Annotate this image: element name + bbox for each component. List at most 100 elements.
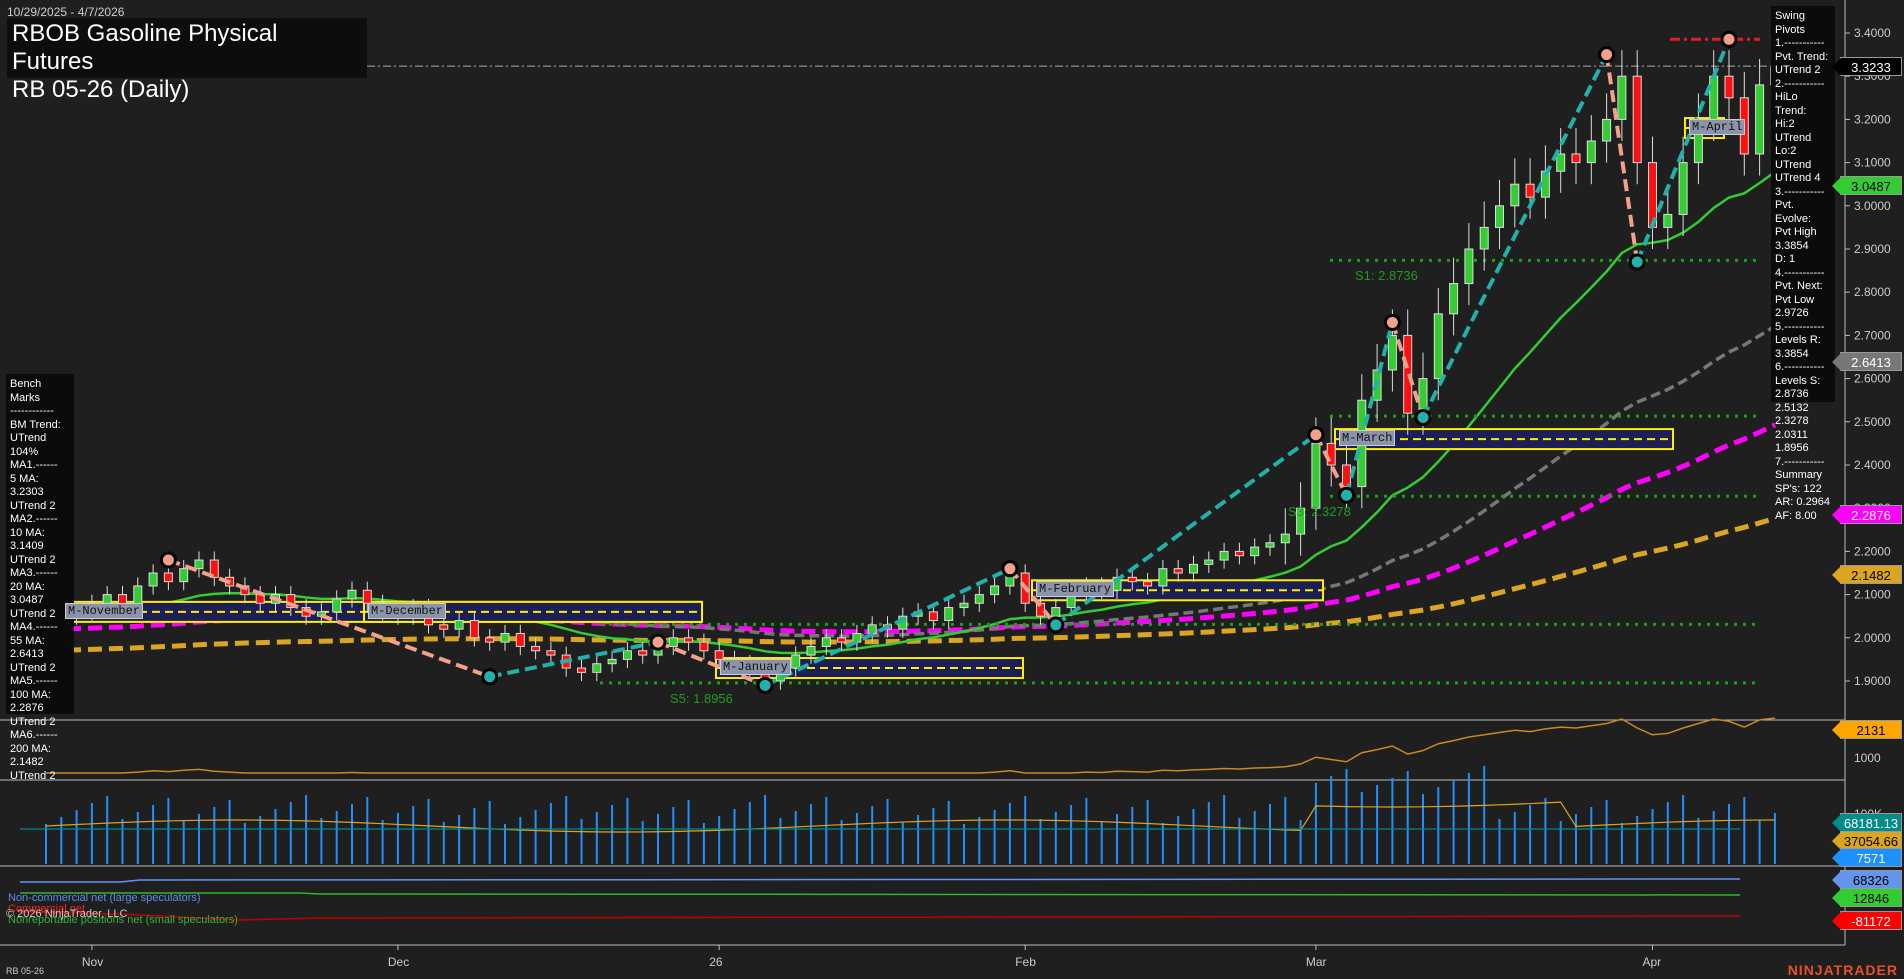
x-tick-label: Apr xyxy=(1643,955,1662,969)
y-tick-label: 2.8000 xyxy=(1854,285,1891,299)
price-marker: 3.3233 xyxy=(1840,57,1902,76)
candle-body xyxy=(486,638,494,642)
y-tick-label: 2.0000 xyxy=(1854,631,1891,645)
bench-marks-line: UTrend 2 xyxy=(10,500,70,514)
swing-pivots-line: 2.0311 xyxy=(1775,429,1831,443)
candle-body xyxy=(608,659,616,663)
swing-pivots-line: 1.8956 xyxy=(1775,442,1831,456)
swing-pivots-line: 7.----------- xyxy=(1775,456,1831,470)
swing-pivot-dot xyxy=(1416,410,1430,424)
candle-body xyxy=(593,664,601,673)
bench-marks-line: 2.6413 xyxy=(10,648,70,662)
price-marker: 68181.13 xyxy=(1840,813,1902,832)
candle-body xyxy=(363,590,371,603)
bench-marks-line: ------------ xyxy=(10,405,70,419)
month-label: M-April xyxy=(1689,119,1745,135)
candle-body xyxy=(516,633,524,646)
x-tick-label: Mar xyxy=(1306,955,1327,969)
candle-body xyxy=(991,586,999,595)
bench-marks-line: MA1.------ xyxy=(10,459,70,473)
price-marker: 2.2876 xyxy=(1840,505,1902,524)
candle-body xyxy=(1664,214,1672,227)
candle-body xyxy=(1511,184,1519,206)
swing-pivots-line: Levels S: xyxy=(1775,375,1831,389)
noncommercial-line xyxy=(20,879,1740,882)
swing-pivots-line: 3.----------- xyxy=(1775,186,1831,200)
ma-20-line xyxy=(46,172,1775,653)
swing-pivot-dot xyxy=(1049,618,1063,632)
bench-marks-line: UTrend 2 xyxy=(10,770,70,784)
candle-body xyxy=(1220,551,1228,560)
swing-pivot-dot xyxy=(1600,48,1614,62)
month-label: M-March xyxy=(1339,430,1395,446)
bench-marks-line: 2.1482 xyxy=(10,756,70,770)
swing-pivots-line: 4.----------- xyxy=(1775,267,1831,281)
swing-pivots-line: Hi:2 UTrend xyxy=(1775,118,1831,145)
candle-body xyxy=(180,569,188,582)
bench-marks-line: 3.0487 xyxy=(10,594,70,608)
swing-pivots-panel: Swing Pivots1.-----------Pvt. Trend:UTre… xyxy=(1771,6,1835,402)
price-marker: 3.0487 xyxy=(1840,176,1902,195)
y-tick-label: 3.0000 xyxy=(1854,199,1891,213)
nonreportable-line xyxy=(20,893,1740,895)
support-label: S1: 2.8736 xyxy=(1355,268,1418,283)
indicator-axis-label: 1000 xyxy=(1854,751,1881,765)
y-tick-label: 2.4000 xyxy=(1854,458,1891,472)
candle-body xyxy=(1633,76,1641,162)
swing-pivot-dot xyxy=(1630,255,1644,269)
candle-body xyxy=(195,560,203,569)
month-label: M-February xyxy=(1036,581,1114,597)
date-range: 10/29/2025 - 4/7/2026 xyxy=(7,5,124,19)
bench-marks-line: MA5.------ xyxy=(10,675,70,689)
swing-pivots-line: 2.5132 xyxy=(1775,402,1831,416)
candle-body xyxy=(1343,465,1351,487)
price-marker: 12846 xyxy=(1840,888,1902,907)
candle-body xyxy=(700,642,708,651)
bench-marks-line: UTrend 2 xyxy=(10,716,70,730)
indicator-line xyxy=(46,718,1775,773)
y-tick-label: 3.2000 xyxy=(1854,112,1891,126)
candle-body xyxy=(960,603,968,607)
swing-pivots-line: 2.3278 xyxy=(1775,415,1831,429)
candle-body xyxy=(1496,206,1504,228)
bench-marks-line: UTrend 2 xyxy=(10,554,70,568)
swing-pivot-dot xyxy=(1309,428,1323,442)
candle-body xyxy=(639,651,647,655)
candle-body xyxy=(149,573,157,586)
y-tick-label: 2.9000 xyxy=(1854,242,1891,256)
chart-canvas[interactable]: 3.40003.30003.20003.10003.00002.90002.80… xyxy=(0,0,1904,979)
y-tick-label: 2.1000 xyxy=(1854,588,1891,602)
swing-pivots-line: Pvt High xyxy=(1775,226,1831,240)
candle-body xyxy=(792,655,800,668)
swing-pivots-line: Summary xyxy=(1775,469,1831,483)
candle-body xyxy=(1144,582,1152,586)
swing-pivots-line: UTrend 4 xyxy=(1775,172,1831,186)
candle-body xyxy=(807,646,815,655)
chart-subtitle: RB 05-26 (Daily) xyxy=(12,76,362,104)
candle-body xyxy=(440,625,448,629)
candle-body xyxy=(623,651,631,660)
y-tick-label: 2.6000 xyxy=(1854,372,1891,386)
y-tick-label: 2.5000 xyxy=(1854,415,1891,429)
candle-body xyxy=(929,612,937,621)
ninjatrader-logo: NINJATRADER xyxy=(1788,962,1898,978)
bench-marks-line: 3.2303 xyxy=(10,486,70,500)
candle-body xyxy=(1480,227,1488,249)
swing-pivots-line: 2.9726 xyxy=(1775,307,1831,321)
candle-body xyxy=(164,573,172,582)
x-tick-label: Feb xyxy=(1015,955,1036,969)
candle-body xyxy=(1603,119,1611,141)
swing-pivots-line: Lo:2 UTrend xyxy=(1775,145,1831,172)
candle-body xyxy=(1128,577,1136,581)
candle-body xyxy=(1450,284,1458,314)
swing-pivots-line: UTrend 2 xyxy=(1775,64,1831,78)
candle-body xyxy=(1235,551,1243,555)
y-tick-label: 2.7000 xyxy=(1854,328,1891,342)
bench-marks-line: 5 MA: xyxy=(10,473,70,487)
swing-pivots-line: Pvt. Evolve: xyxy=(1775,199,1831,226)
bench-marks-line: 2.2876 xyxy=(10,702,70,716)
candle-body xyxy=(1587,141,1595,163)
candle-body xyxy=(578,668,586,672)
swing-pivot-dot xyxy=(1003,562,1017,576)
candle-body xyxy=(1526,184,1534,197)
